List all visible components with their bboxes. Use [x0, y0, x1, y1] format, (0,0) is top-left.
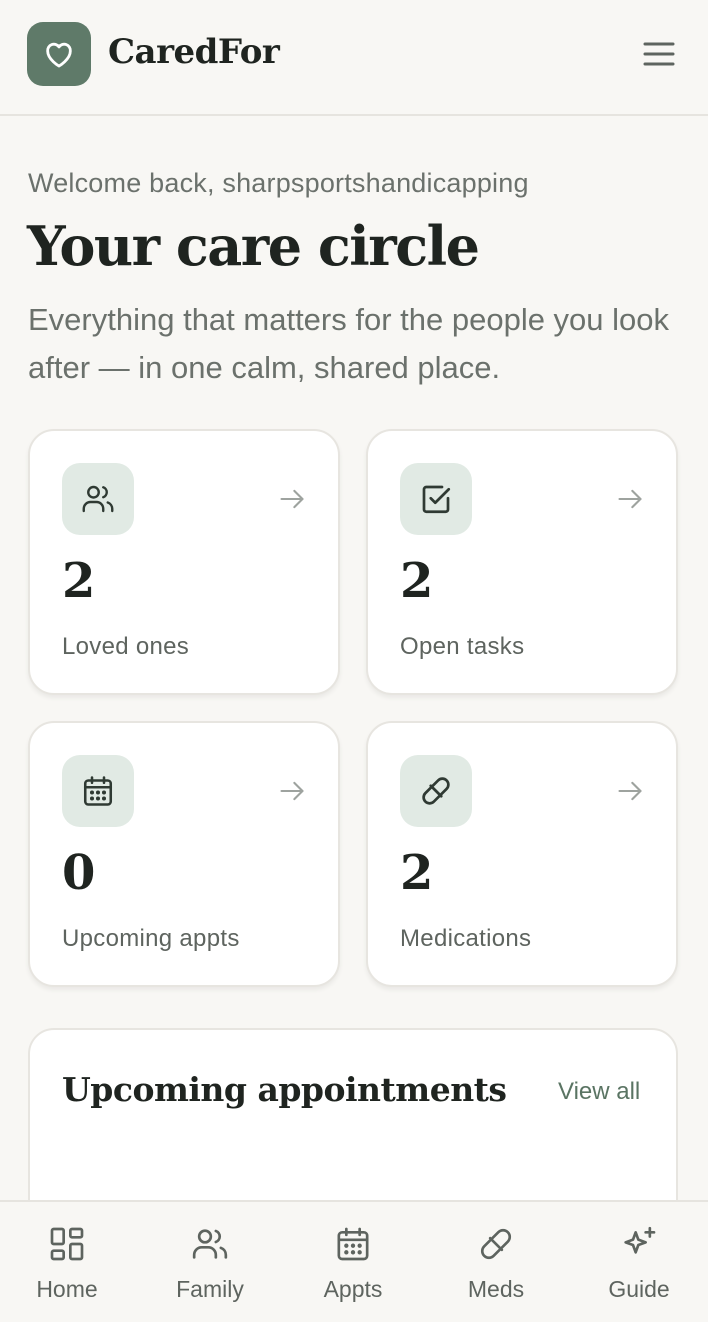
stat-label: Open tasks [400, 633, 525, 660]
stat-value: 2 [400, 845, 434, 901]
stat-card-open-tasks[interactable]: 2 Open tasks [366, 429, 678, 695]
users-icon [82, 485, 114, 513]
section-title: Upcoming appointments [62, 1070, 507, 1109]
stat-icon-tile [400, 463, 472, 535]
stat-value: 2 [62, 553, 96, 609]
heart-icon [46, 42, 72, 68]
stat-icon-tile [400, 755, 472, 827]
calendar-icon [337, 1227, 369, 1261]
hamburger-menu-icon [643, 42, 675, 66]
nav-item-appts[interactable]: Appts [282, 1202, 424, 1322]
nav-label: Meds [467, 1276, 525, 1302]
stat-label: Loved ones [62, 633, 190, 660]
checkbox-icon [422, 485, 451, 514]
arrow-right-icon [280, 781, 304, 801]
stat-icon-tile [62, 755, 134, 827]
nav-item-meds[interactable]: Meds [425, 1202, 567, 1322]
arrow-right-icon [618, 489, 642, 509]
menu-button[interactable] [638, 36, 680, 72]
grid-icon [50, 1227, 84, 1261]
nav-label: Family [176, 1276, 244, 1302]
nav-label: Appts [323, 1276, 383, 1302]
users-icon [192, 1229, 228, 1259]
page-title: Your care circle [27, 214, 480, 278]
app-header: CaredFor [0, 0, 708, 116]
nav-label: Guide [608, 1276, 670, 1302]
pill-icon [422, 777, 450, 805]
nav-item-guide[interactable]: Guide [568, 1202, 708, 1322]
stat-card-loved-ones[interactable]: 2 Loved ones [28, 429, 340, 695]
welcome-text: Welcome back, sharpsportshandicapping [28, 168, 529, 198]
stat-icon-tile [62, 463, 134, 535]
stat-value: 2 [400, 553, 434, 609]
stat-label: Upcoming appts [62, 925, 240, 952]
bottom-nav: Home Family Appts Meds Guide [0, 1200, 708, 1322]
calendar-icon [83, 776, 113, 806]
nav-label: Home [36, 1276, 98, 1302]
stat-label: Medications [400, 925, 532, 952]
nav-item-family[interactable]: Family [139, 1202, 281, 1322]
nav-item-home[interactable]: Home [0, 1202, 138, 1322]
page-subtitle: Everything that matters for the people y… [28, 302, 670, 385]
view-all-link[interactable]: View all [558, 1078, 640, 1106]
stat-card-upcoming-appts[interactable]: 0 Upcoming appts [28, 721, 340, 987]
stat-card-medications[interactable]: 2 Medications [366, 721, 678, 987]
pill-icon [480, 1228, 512, 1260]
arrow-right-icon [280, 489, 304, 509]
sparkle-icon [624, 1226, 656, 1254]
stat-value: 0 [62, 845, 96, 901]
arrow-right-icon [618, 781, 642, 801]
logo-badge[interactable] [27, 22, 91, 86]
brand-name[interactable]: CaredFor [108, 32, 280, 72]
